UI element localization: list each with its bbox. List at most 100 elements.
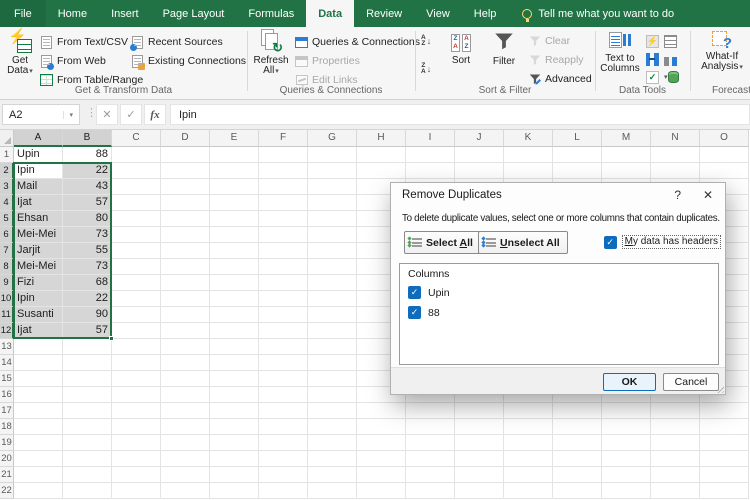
formula-input[interactable]: Ipin [170,104,750,125]
cell-D2[interactable] [161,163,210,179]
row-header-14[interactable]: 14 [0,355,14,371]
row-header-11[interactable]: 11 [0,307,14,323]
column-header-N[interactable]: N [651,130,700,147]
cell-H21[interactable] [357,467,406,483]
column-header-K[interactable]: K [504,130,553,147]
cell-C3[interactable] [112,179,161,195]
cell-B7[interactable]: 55 [63,243,112,259]
cell-I21[interactable] [406,467,455,483]
cell-A4[interactable]: Ijat [14,195,63,211]
from-web-button[interactable]: From Web [40,53,106,70]
cell-C14[interactable] [112,355,161,371]
cell-B8[interactable]: 73 [63,259,112,275]
cell-C15[interactable] [112,371,161,387]
cell-E15[interactable] [210,371,259,387]
tab-help[interactable]: Help [462,0,509,27]
cell-I22[interactable] [406,483,455,499]
cell-E18[interactable] [210,419,259,435]
ok-button[interactable]: OK [603,373,656,391]
cell-G9[interactable] [308,275,357,291]
cell-F12[interactable] [259,323,308,339]
cell-L21[interactable] [553,467,602,483]
cell-C1[interactable] [112,147,161,163]
tab-home[interactable]: Home [46,0,99,27]
cell-M18[interactable] [602,419,651,435]
cell-D14[interactable] [161,355,210,371]
cell-G3[interactable] [308,179,357,195]
cell-E1[interactable] [210,147,259,163]
cell-O20[interactable] [700,451,749,467]
column-header-D[interactable]: D [161,130,210,147]
cell-E8[interactable] [210,259,259,275]
tab-formulas[interactable]: Formulas [236,0,306,27]
cell-D8[interactable] [161,259,210,275]
cell-A22[interactable] [14,483,63,499]
cell-F11[interactable] [259,307,308,323]
cell-G6[interactable] [308,227,357,243]
cell-F7[interactable] [259,243,308,259]
cell-B1[interactable]: 88 [63,147,112,163]
cell-C2[interactable] [112,163,161,179]
cell-B17[interactable] [63,403,112,419]
cell-C13[interactable] [112,339,161,355]
cell-C7[interactable] [112,243,161,259]
row-header-13[interactable]: 13 [0,339,14,355]
cell-F9[interactable] [259,275,308,291]
row-header-20[interactable]: 20 [0,451,14,467]
cell-D5[interactable] [161,211,210,227]
row-header-7[interactable]: 7 [0,243,14,259]
cell-D7[interactable] [161,243,210,259]
what-if-analysis-button[interactable]: ? What-If Analysis▾ [700,31,744,73]
cell-M2[interactable] [602,163,651,179]
tab-review[interactable]: Review [354,0,414,27]
text-to-columns-button[interactable]: Text to Columns [599,31,641,74]
cell-K20[interactable] [504,451,553,467]
cell-C5[interactable] [112,211,161,227]
cell-N22[interactable] [651,483,700,499]
cell-O18[interactable] [700,419,749,435]
cell-C20[interactable] [112,451,161,467]
cell-G1[interactable] [308,147,357,163]
cell-J18[interactable] [455,419,504,435]
cell-C6[interactable] [112,227,161,243]
cell-E4[interactable] [210,195,259,211]
cell-B16[interactable] [63,387,112,403]
cell-F17[interactable] [259,403,308,419]
cell-E21[interactable] [210,467,259,483]
cell-H20[interactable] [357,451,406,467]
cell-D10[interactable] [161,291,210,307]
cell-N2[interactable] [651,163,700,179]
cell-K1[interactable] [504,147,553,163]
cell-N21[interactable] [651,467,700,483]
cell-C4[interactable] [112,195,161,211]
dialog-help-icon[interactable]: ? [674,188,681,202]
cell-J1[interactable] [455,147,504,163]
cell-G5[interactable] [308,211,357,227]
cell-F13[interactable] [259,339,308,355]
column-item-upin[interactable]: ✓ Upin [408,286,450,299]
cell-F16[interactable] [259,387,308,403]
consolidate-button[interactable]: ✓ ▾ [646,69,668,85]
cell-H1[interactable] [357,147,406,163]
cell-C22[interactable] [112,483,161,499]
cell-B19[interactable] [63,435,112,451]
cell-B11[interactable]: 90 [63,307,112,323]
cell-B12[interactable]: 57 [63,323,112,339]
column-header-C[interactable]: C [112,130,161,147]
cell-E14[interactable] [210,355,259,371]
cell-D18[interactable] [161,419,210,435]
cell-G21[interactable] [308,467,357,483]
cell-K18[interactable] [504,419,553,435]
cell-D22[interactable] [161,483,210,499]
sort-ascending-button[interactable]: A Z ↓ [421,33,431,49]
cell-C10[interactable] [112,291,161,307]
cell-B21[interactable] [63,467,112,483]
cell-A14[interactable] [14,355,63,371]
row-header-6[interactable]: 6 [0,227,14,243]
cell-E19[interactable] [210,435,259,451]
sort-button[interactable]: ZA AZ Sort [445,33,477,66]
row-header-3[interactable]: 3 [0,179,14,195]
cell-I18[interactable] [406,419,455,435]
cell-J17[interactable] [455,403,504,419]
column-header-L[interactable]: L [553,130,602,147]
